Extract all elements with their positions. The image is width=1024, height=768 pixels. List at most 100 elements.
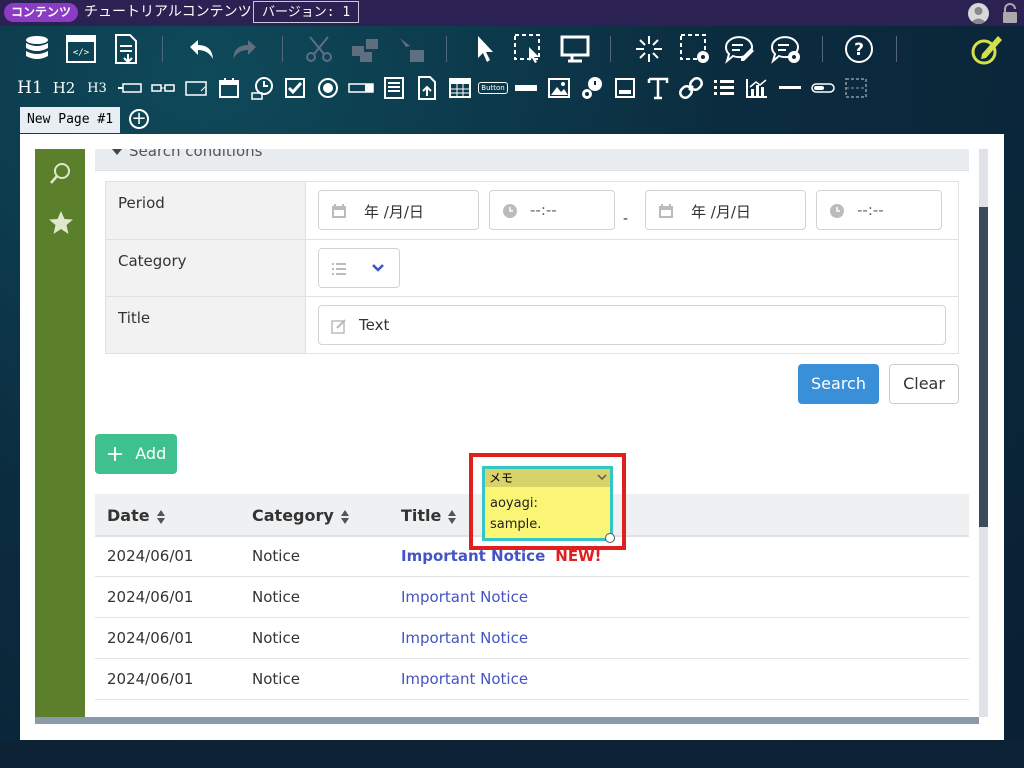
- toolbar-separator: [162, 36, 163, 62]
- area-settings-icon[interactable]: [678, 32, 712, 66]
- help-icon[interactable]: ?: [842, 32, 876, 66]
- image-tool-icon[interactable]: [546, 74, 572, 102]
- sparkle-icon[interactable]: [632, 32, 666, 66]
- heading3-tool[interactable]: H3: [84, 74, 110, 102]
- checkbox-tool-icon[interactable]: [282, 74, 308, 102]
- copy-icon[interactable]: [348, 32, 382, 66]
- row-date: 2024/06/01: [107, 629, 194, 647]
- redo-icon[interactable]: [228, 32, 262, 66]
- search-icon[interactable]: [48, 161, 74, 187]
- comment-settings-icon[interactable]: [768, 32, 802, 66]
- toolbar-separator: [896, 36, 897, 62]
- column-category[interactable]: Category: [252, 506, 350, 525]
- link-tool-icon[interactable]: [678, 74, 704, 102]
- info-settings-tool-icon[interactable]: [579, 74, 605, 102]
- search-button[interactable]: Search: [798, 364, 879, 404]
- edit-icon: [331, 319, 346, 334]
- select-area-icon[interactable]: [512, 32, 546, 66]
- horizontal-scrollbar[interactable]: [35, 717, 979, 724]
- toolbar-separator: [822, 36, 823, 62]
- app-top-bar: コンテンツ チュートリアルコンテンツ バージョン: 1: [0, 0, 1024, 26]
- memo-note[interactable]: メモ aoyagi: sample.: [482, 466, 613, 541]
- sort-icon: [156, 509, 165, 524]
- heading2-tool[interactable]: H2: [51, 74, 77, 102]
- radio-tool-icon[interactable]: [315, 74, 341, 102]
- period-start-time-input[interactable]: --:--: [489, 190, 615, 230]
- row-date: 2024/06/01: [107, 588, 194, 606]
- vertical-scrollbar[interactable]: [979, 149, 988, 717]
- range-field-tool-icon[interactable]: [150, 74, 176, 102]
- lock-icon[interactable]: [1000, 3, 1020, 24]
- heading1-tool[interactable]: H1: [17, 74, 43, 102]
- button-tool[interactable]: Button: [478, 74, 508, 102]
- text-field-tool-icon[interactable]: [117, 74, 143, 102]
- time-picker-tool-icon[interactable]: [249, 74, 275, 102]
- chart-tool-icon[interactable]: [744, 74, 770, 102]
- scrollbar-thumb[interactable]: [979, 207, 988, 527]
- row-title-link[interactable]: Important Notice: [401, 670, 528, 688]
- memo-title: メモ: [489, 471, 514, 485]
- table-tool-icon[interactable]: [447, 74, 473, 102]
- cut-icon[interactable]: [302, 32, 336, 66]
- preview-monitor-icon[interactable]: [558, 32, 592, 66]
- column-date[interactable]: Date: [107, 506, 166, 525]
- row-category: Notice: [252, 588, 300, 606]
- pointer-icon[interactable]: [468, 32, 502, 66]
- row-category: Notice: [252, 629, 300, 647]
- status-strip: [0, 741, 1024, 768]
- toolbar-separator: [610, 36, 611, 62]
- toolbar-separator: [446, 36, 447, 62]
- add-tab-button[interactable]: +: [129, 109, 149, 129]
- toggle-tool-icon[interactable]: [810, 74, 836, 102]
- row-title-link[interactable]: Important Notice: [401, 629, 528, 647]
- comment-edit-icon[interactable]: [722, 32, 756, 66]
- tab-new-page-1[interactable]: New Page #1: [20, 107, 120, 133]
- clear-button[interactable]: Clear: [889, 364, 959, 404]
- title-search-input[interactable]: Text: [318, 305, 946, 345]
- database-icon[interactable]: [20, 32, 54, 66]
- content-title: チュートリアルコンテンツ: [84, 4, 252, 20]
- caret-down-icon: [112, 149, 122, 155]
- clock-icon: [830, 204, 844, 218]
- sort-icon: [340, 509, 349, 524]
- row-category: Notice: [252, 547, 300, 565]
- text-tool-icon[interactable]: [645, 74, 671, 102]
- paste-icon[interactable]: [394, 32, 428, 66]
- user-avatar-icon[interactable]: [968, 3, 989, 24]
- list-icon: [332, 263, 346, 275]
- date-picker-tool-icon[interactable]: [216, 74, 242, 102]
- memo-resize-handle[interactable]: [605, 533, 615, 543]
- search-conditions-header[interactable]: Search conditions: [95, 149, 969, 171]
- column-title[interactable]: Title: [401, 506, 457, 525]
- period-end-date-input[interactable]: 年 /月/日: [645, 190, 806, 230]
- upload-tool-icon[interactable]: [414, 74, 440, 102]
- line-input-tool-icon[interactable]: [513, 74, 539, 102]
- toolbar-separator: [282, 36, 283, 62]
- page-sidebar: [35, 149, 85, 717]
- svg-text:?: ?: [854, 40, 864, 60]
- category-fields: [305, 239, 959, 297]
- calendar-icon: [659, 204, 673, 218]
- period-start-date-input[interactable]: 年 /月/日: [318, 190, 479, 230]
- row-title-link[interactable]: Important Notice: [401, 588, 528, 606]
- chevron-down-icon[interactable]: [596, 471, 608, 483]
- undo-icon[interactable]: [184, 32, 218, 66]
- container-tool-icon[interactable]: [843, 74, 869, 102]
- category-select[interactable]: [318, 248, 400, 288]
- export-file-icon[interactable]: [110, 32, 144, 66]
- period-end-time-input[interactable]: --:--: [816, 190, 942, 230]
- frame-tool-icon[interactable]: [612, 74, 638, 102]
- list-box-tool-icon[interactable]: [381, 74, 407, 102]
- row-date: 2024/06/01: [107, 547, 194, 565]
- memo-body: aoyagi: sample.: [490, 493, 541, 535]
- add-button[interactable]: + Add: [95, 434, 177, 474]
- horizontal-rule-tool-icon[interactable]: [777, 74, 803, 102]
- textarea-tool-icon[interactable]: [183, 74, 209, 102]
- version-selector[interactable]: バージョン: 1: [253, 1, 360, 23]
- memo-header[interactable]: メモ: [485, 469, 610, 487]
- select-tool-icon[interactable]: [348, 74, 374, 102]
- list-tool-icon[interactable]: [711, 74, 737, 102]
- edit-pencil-icon[interactable]: [970, 32, 1004, 66]
- html-editor-icon[interactable]: </>: [64, 32, 98, 66]
- star-icon[interactable]: [48, 210, 74, 236]
